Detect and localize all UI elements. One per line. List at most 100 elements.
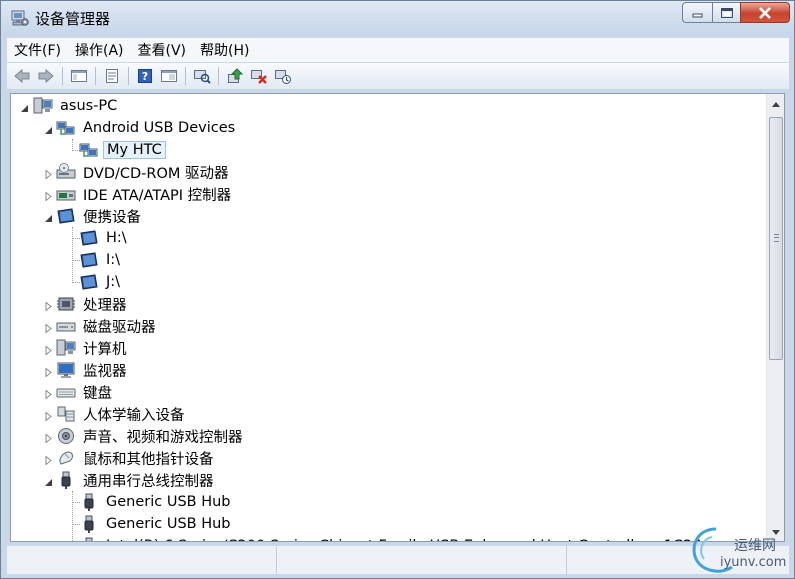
enable-device-icon <box>275 70 291 84</box>
tree-node[interactable]: 计算机 <box>56 337 130 359</box>
window-title: 设备管理器 <box>35 10 111 28</box>
update-driver-icon <box>228 68 244 83</box>
tree-node[interactable]: 声音、视频和游戏控制器 <box>56 425 246 447</box>
tree-node[interactable]: Generic USB Hub <box>79 491 234 513</box>
tree-node[interactable]: 鼠标和其他指针设备 <box>56 447 217 469</box>
collapse-arrow[interactable] <box>20 101 29 112</box>
portable-device-icon <box>80 252 98 268</box>
processor-icon <box>57 297 75 311</box>
expand-arrow[interactable] <box>44 343 53 356</box>
close-button[interactable] <box>740 2 790 23</box>
collapsed-triangle-icon <box>45 301 52 312</box>
menu-view[interactable]: 查看(V) <box>131 40 194 60</box>
update-driver-button[interactable] <box>224 66 246 86</box>
show-hide-tree-button[interactable] <box>68 66 90 86</box>
tree-node-label: Intel(R) 6 Series/C200 Series Chipset Fa… <box>103 538 705 541</box>
tree-node-label: asus-PC <box>60 98 118 114</box>
tree-node[interactable]: DVD/CD-ROM 驱动器 <box>56 161 232 183</box>
disk-drive-icon <box>56 322 76 332</box>
tree-node[interactable]: 监视器 <box>56 359 130 381</box>
dvd-drive-icon <box>56 163 76 179</box>
expand-arrow[interactable] <box>44 321 53 334</box>
collapse-arrow[interactable] <box>44 475 53 486</box>
tree-node[interactable]: 通用串行总线控制器 <box>56 469 217 491</box>
expanded-triangle-icon <box>45 127 52 134</box>
tree-node[interactable]: Intel(R) 6 Series/C200 Series Chipset Fa… <box>79 535 705 541</box>
help-icon: ? <box>138 69 152 83</box>
expand-arrow[interactable] <box>44 167 53 180</box>
expand-arrow[interactable] <box>44 453 53 466</box>
tree-node[interactable]: 便携设备 <box>56 205 144 227</box>
expand-arrow[interactable] <box>44 365 53 378</box>
tree-node[interactable]: J:\ <box>79 271 123 293</box>
tree-node[interactable]: 处理器 <box>56 293 130 315</box>
tree-node[interactable]: 磁盘驱动器 <box>56 315 159 337</box>
title-bar[interactable]: 设备管理器 <box>1 1 794 35</box>
enable-device-button[interactable] <box>272 66 294 86</box>
forward-button[interactable] <box>35 66 57 86</box>
tree-connector-line <box>72 139 73 151</box>
tree-node[interactable]: 人体学输入设备 <box>56 403 188 425</box>
expand-arrow[interactable] <box>44 431 53 444</box>
hid-icon <box>57 406 75 422</box>
monitor-icon <box>57 362 75 378</box>
menu-help[interactable]: 帮助(H) <box>193 40 256 60</box>
view-resources-button[interactable] <box>158 66 180 86</box>
view-resources-icon <box>161 70 177 82</box>
usb-network-icon <box>79 143 98 157</box>
tree-node[interactable]: Android USB Devices <box>56 117 238 139</box>
tree-node-label: 计算机 <box>83 341 127 358</box>
usb-plug-icon <box>84 515 94 533</box>
speaker-icon <box>58 428 74 444</box>
collapse-arrow[interactable] <box>44 123 53 134</box>
menu-action[interactable]: 操作(A) <box>68 40 131 60</box>
keyboard-icon <box>56 388 76 398</box>
expand-arrow[interactable] <box>44 387 53 400</box>
help-button[interactable]: ? <box>134 66 156 86</box>
tree-node-label: 键盘 <box>83 385 112 402</box>
tree-node-label: 声音、视频和游戏控制器 <box>83 429 243 446</box>
menu-file[interactable]: 文件(F) <box>7 40 68 60</box>
scrollbar-thumb[interactable] <box>769 117 783 360</box>
collapsed-triangle-icon <box>45 367 52 378</box>
expand-arrow[interactable] <box>44 189 53 202</box>
status-bar <box>7 546 789 574</box>
collapsed-triangle-icon <box>45 323 52 334</box>
tree-node[interactable]: My HTC <box>79 139 166 161</box>
toolbar-separator <box>185 67 186 85</box>
usb-network-icon <box>56 121 75 135</box>
tree-node[interactable]: I:\ <box>79 249 123 271</box>
toolbar: ? <box>7 63 789 89</box>
maximize-icon <box>720 7 733 18</box>
tree-node-label: 鼠标和其他指针设备 <box>83 451 214 468</box>
tree-node[interactable]: H:\ <box>79 227 130 249</box>
expand-arrow[interactable] <box>44 409 53 422</box>
expanded-triangle-icon <box>21 105 28 112</box>
minimize-button[interactable] <box>682 2 712 23</box>
collapse-arrow[interactable] <box>44 211 53 222</box>
tree-node[interactable]: 键盘 <box>56 381 115 403</box>
tree-node[interactable]: Generic USB Hub <box>79 513 234 535</box>
tree-node[interactable]: asus-PC <box>33 95 120 117</box>
tree-node-label: My HTC <box>103 141 166 159</box>
scroll-up-button[interactable] <box>767 96 784 113</box>
scan-hardware-button[interactable] <box>191 66 213 86</box>
collapsed-triangle-icon <box>45 433 52 444</box>
maximize-button[interactable] <box>712 2 740 23</box>
properties-button[interactable] <box>101 66 123 86</box>
uninstall-button[interactable] <box>248 66 270 86</box>
mouse-icon <box>59 451 73 465</box>
back-button[interactable] <box>11 66 33 86</box>
vertical-scrollbar[interactable] <box>766 94 784 541</box>
tree-node-label: 通用串行总线控制器 <box>83 473 214 490</box>
computer-icon <box>56 339 76 356</box>
collapsed-triangle-icon <box>45 345 52 356</box>
device-tree[interactable]: asus-PC Android USB Devices My HTC DVD/CD-R… <box>11 94 768 541</box>
scroll-up-icon <box>771 102 780 107</box>
tree-node-label: Android USB Devices <box>83 120 236 136</box>
close-icon <box>759 6 771 19</box>
watermark-logo: 运维网 iyunv.com <box>686 523 794 577</box>
properties-icon <box>106 69 118 83</box>
tree-node[interactable]: IDE ATA/ATAPI 控制器 <box>56 183 234 205</box>
expand-arrow[interactable] <box>44 299 53 312</box>
